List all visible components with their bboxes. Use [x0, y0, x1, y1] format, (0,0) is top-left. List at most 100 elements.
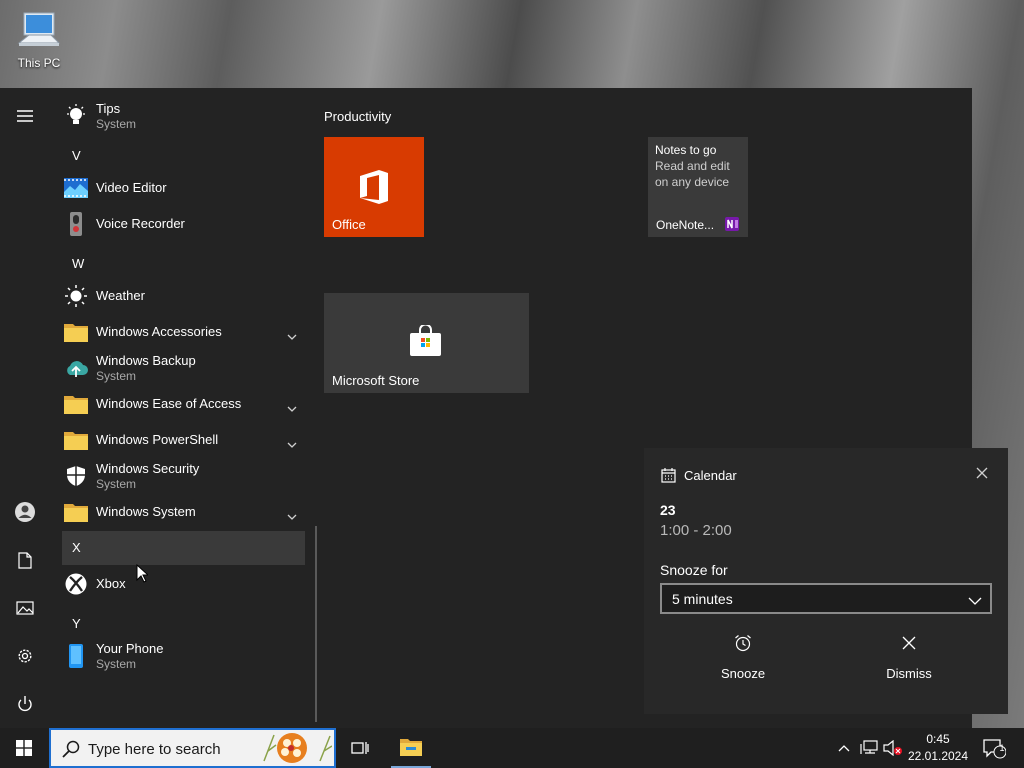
app-list-scrollbar[interactable]	[315, 526, 317, 722]
app-voice-recorder[interactable]: Voice Recorder	[62, 207, 305, 241]
network-status-button[interactable]	[858, 728, 880, 768]
folder-windows-accessories[interactable]: Windows Accessories	[62, 315, 305, 349]
taskbar: Type here to search 0:45 22.01.2024 1	[0, 728, 1024, 768]
shield-icon	[64, 464, 88, 488]
close-notification-button[interactable]	[976, 466, 988, 484]
alarm-clock-icon	[735, 635, 751, 652]
this-pc-desktop-icon[interactable]: This PC	[12, 10, 66, 70]
picture-icon	[16, 601, 34, 615]
microphone-icon	[64, 212, 88, 236]
power-icon	[18, 696, 32, 712]
dismiss-button[interactable]: Dismiss	[829, 634, 989, 681]
close-icon	[902, 636, 916, 650]
folder-windows-powershell[interactable]: Windows PowerShell	[62, 423, 305, 457]
app-tips[interactable]: Tips System	[62, 99, 305, 133]
windows-logo-icon	[16, 740, 32, 756]
chevron-down-icon	[968, 592, 982, 610]
letter-header-x[interactable]: X	[62, 531, 305, 565]
taskbar-search-box[interactable]: Type here to search	[49, 728, 336, 768]
app-video-editor[interactable]: Video Editor	[62, 171, 305, 205]
show-hidden-icons-button[interactable]	[835, 728, 853, 768]
letter-header-w[interactable]: W	[72, 256, 84, 271]
gear-icon	[18, 649, 32, 663]
app-your-phone-sub: System	[96, 656, 137, 671]
dismiss-button-label: Dismiss	[886, 666, 932, 681]
app-tips-name: Tips	[96, 100, 121, 116]
volume-muted-button[interactable]	[882, 728, 904, 768]
chevron-up-icon	[838, 744, 850, 751]
office-tile-label: Office	[332, 217, 366, 232]
task-view-button[interactable]	[342, 728, 378, 768]
notification-title: 23	[660, 502, 676, 518]
microsoft-store-tile-label: Microsoft Store	[332, 373, 420, 388]
notification-count-badge: 1	[999, 743, 1005, 753]
document-icon	[18, 551, 32, 569]
search-icon	[62, 740, 80, 758]
settings-button[interactable]	[0, 636, 50, 676]
store-bag-icon	[410, 325, 441, 356]
hamburger-icon	[17, 110, 33, 122]
speaker-muted-icon	[883, 740, 902, 756]
network-icon	[860, 740, 878, 754]
app-xbox[interactable]: Xbox	[62, 567, 305, 601]
snooze-duration-select[interactable]: 5 minutes	[660, 583, 992, 614]
onenote-tile-line3: on any device	[655, 175, 730, 189]
tile-group-label[interactable]: Productivity	[324, 109, 391, 124]
video-editor-icon	[64, 176, 88, 200]
folder-icon	[400, 739, 422, 756]
app-voice-recorder-name: Voice Recorder	[96, 216, 185, 231]
app-your-phone-name: Your Phone	[96, 640, 164, 656]
cloud-upload-icon	[64, 356, 88, 380]
notification-app-name: Calendar	[684, 468, 737, 483]
start-rail	[0, 88, 50, 728]
lightbulb-icon	[64, 104, 88, 128]
app-list: Tips System V Video Editor Voice Recorder…	[52, 88, 318, 728]
user-account-button[interactable]	[0, 492, 50, 532]
user-icon	[15, 502, 35, 522]
clock-date: 22.01.2024	[907, 749, 969, 763]
search-highlight-image	[263, 733, 332, 763]
file-explorer-button[interactable]	[391, 728, 431, 768]
app-video-editor-name: Video Editor	[96, 180, 167, 195]
office-tile[interactable]: Office	[324, 137, 424, 237]
this-pc-label: This PC	[17, 56, 61, 70]
app-windows-backup-name: Windows Backup	[96, 352, 196, 368]
app-windows-backup[interactable]: Windows Backup System	[62, 351, 305, 385]
app-windows-security[interactable]: Windows Security System	[62, 459, 305, 493]
letter-header-v[interactable]: V	[72, 148, 81, 163]
app-weather[interactable]: Weather	[62, 279, 305, 313]
power-button[interactable]	[0, 684, 50, 724]
documents-button[interactable]	[0, 540, 50, 580]
app-windows-backup-sub: System	[96, 368, 137, 383]
onenote-tile[interactable]: Notes to go Read and edit on any device …	[648, 137, 748, 237]
folder-windows-accessories-name: Windows Accessories	[96, 324, 222, 339]
clock-time: 0:45	[926, 732, 950, 746]
app-tips-sub: System	[96, 116, 137, 131]
xbox-icon	[64, 572, 88, 596]
snooze-for-label: Snooze for	[660, 562, 728, 578]
snooze-duration-value: 5 minutes	[672, 591, 733, 607]
letter-header-y[interactable]: Y	[72, 616, 81, 631]
pictures-button[interactable]	[0, 588, 50, 628]
app-xbox-name: Xbox	[96, 576, 126, 591]
microsoft-store-tile[interactable]: Microsoft Store	[324, 293, 529, 393]
app-your-phone[interactable]: Your Phone System	[62, 639, 305, 673]
taskbar-clock[interactable]: 0:45 22.01.2024	[906, 731, 970, 765]
chevron-down-icon	[287, 399, 297, 417]
action-center-button[interactable]: 1	[976, 728, 1012, 768]
start-button[interactable]	[0, 728, 48, 768]
computer-icon	[17, 12, 61, 46]
sun-icon	[64, 284, 88, 308]
letter-x-label: X	[72, 540, 81, 555]
onenote-tile-line1: Notes to go	[655, 143, 717, 157]
hamburger-menu-button[interactable]	[0, 96, 50, 136]
calendar-icon	[661, 468, 676, 488]
folder-windows-system[interactable]: Windows System	[62, 495, 305, 529]
calendar-notification: Calendar 23 1:00 - 2:00 Snooze for 5 min…	[644, 448, 1008, 714]
folder-windows-ease-of-access[interactable]: Windows Ease of Access	[62, 387, 305, 421]
folder-icon	[64, 320, 88, 344]
chevron-down-icon	[287, 435, 297, 453]
snooze-button[interactable]: Snooze	[663, 634, 823, 681]
mouse-cursor-icon	[136, 564, 148, 583]
folder-icon	[64, 500, 88, 524]
